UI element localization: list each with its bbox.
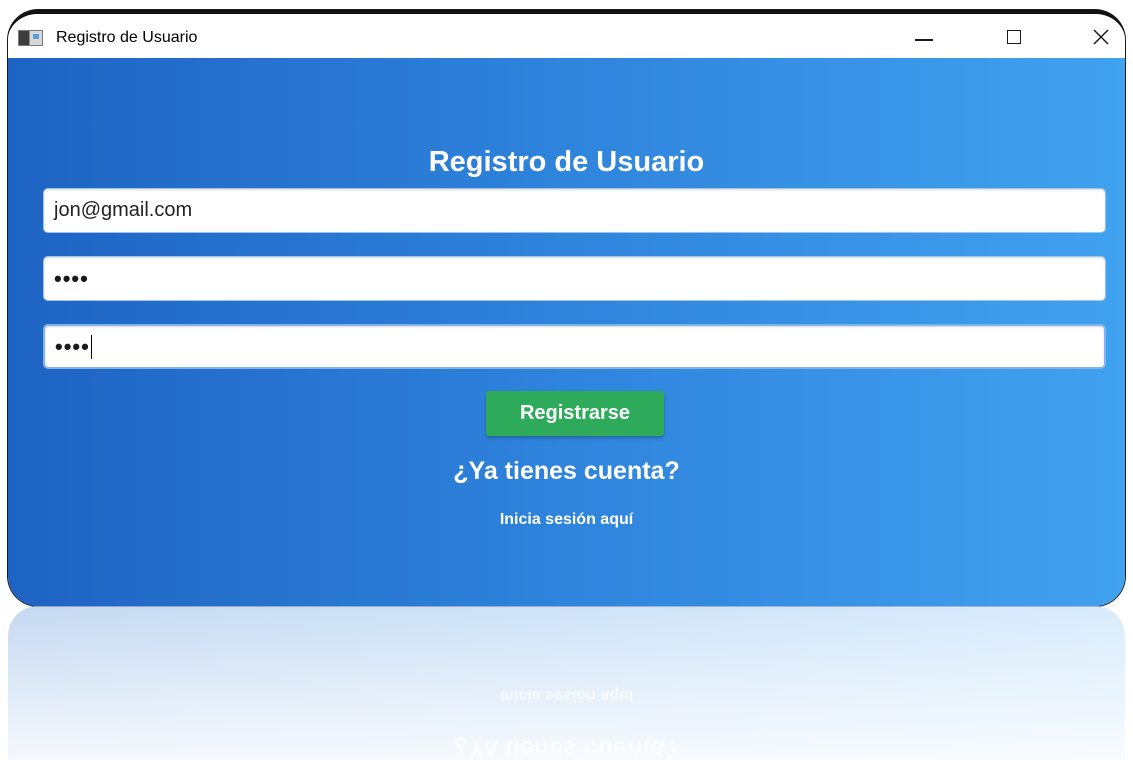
- close-button[interactable]: [1078, 20, 1124, 54]
- app-window: Registro de Usuario Registro de Usuario …: [8, 10, 1125, 606]
- have-account-heading: ¿Ya tienes cuenta?: [453, 457, 680, 485]
- register-button[interactable]: Registrarse: [486, 391, 664, 436]
- maximize-button[interactable]: [991, 20, 1037, 54]
- login-link[interactable]: Inicia sesión aquí: [8, 511, 1125, 529]
- password-field[interactable]: ••••: [43, 256, 1106, 301]
- minimize-button[interactable]: [901, 20, 947, 54]
- confirm-password-field[interactable]: ••••: [43, 324, 1106, 369]
- maximize-icon: [1007, 30, 1021, 44]
- window-title: Registro de Usuario: [56, 29, 198, 46]
- title-bar[interactable]: Registro de Usuario: [8, 14, 1125, 58]
- password-value: ••••: [54, 265, 89, 291]
- form-title: Registro de Usuario: [428, 146, 705, 178]
- app-window-icon: [18, 30, 43, 46]
- text-cursor: [90, 334, 93, 359]
- close-icon: [1093, 29, 1109, 45]
- window-reflection: Inicia sesión aquí ¿Ya tienes cuenta?: [8, 606, 1125, 760]
- confirm-password-value: ••••: [55, 333, 90, 359]
- screen: Registro de Usuario Registro de Usuario …: [0, 0, 1133, 760]
- minimize-icon: [915, 39, 933, 41]
- email-value: jon@gmail.com: [54, 199, 193, 221]
- registration-panel: Registro de Usuario jon@gmail.com •••• •…: [8, 58, 1125, 606]
- email-field[interactable]: jon@gmail.com: [43, 188, 1106, 233]
